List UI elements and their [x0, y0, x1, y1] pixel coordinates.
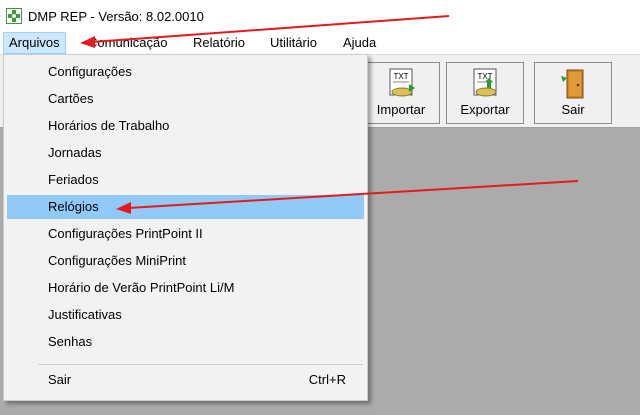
menu-item-label: Cartões	[48, 91, 94, 106]
txt-import-icon: TXT	[389, 68, 415, 97]
menu-item-label: Horário de Verão PrintPoint Li/M	[48, 280, 235, 295]
import-button-label: Importar	[376, 102, 426, 117]
menu-item-label: Configurações	[48, 64, 132, 79]
export-button[interactable]: TXT Exportar	[446, 62, 524, 124]
window-title: DMP REP - Versão: 8.02.0010	[28, 9, 204, 24]
menu-item-label: Configurações PrintPoint II	[48, 226, 203, 241]
menu-item-configuracoes[interactable]: Configurações	[7, 60, 364, 84]
export-button-label: Exportar	[460, 102, 510, 117]
menu-item-senhas[interactable]: Senhas	[7, 330, 364, 354]
import-button[interactable]: TXT Importar	[362, 62, 440, 124]
menu-separator	[38, 364, 363, 365]
app-logo-icon	[6, 8, 22, 24]
txt-export-icon: TXT	[473, 68, 497, 97]
menu-item-label: Justificativas	[48, 307, 122, 322]
menu-item-cartoes[interactable]: Cartões	[7, 87, 364, 111]
menu-ajuda[interactable]: Ajuda	[338, 32, 381, 54]
menu-bar: Arquivos Comunicação Relatório Utilitári…	[0, 32, 640, 54]
menu-arquivos[interactable]: Arquivos	[3, 32, 66, 54]
menu-item-configuracoes-printpoint-ii[interactable]: Configurações PrintPoint II	[7, 222, 364, 246]
exit-button[interactable]: Sair	[534, 62, 612, 124]
menu-item-label: Configurações MiniPrint	[48, 253, 187, 268]
menu-item-horarios-de-trabalho[interactable]: Horários de Trabalho	[7, 114, 364, 138]
menu-item-label: Feriados	[48, 172, 99, 187]
exit-door-icon	[561, 69, 584, 99]
svg-text:TXT: TXT	[393, 72, 408, 81]
menu-item-horario-de-verao[interactable]: Horário de Verão PrintPoint Li/M	[7, 276, 364, 300]
menu-item-sair[interactable]: Sair Ctrl+R	[7, 368, 364, 392]
menu-item-justificativas[interactable]: Justificativas	[7, 303, 364, 327]
exit-button-label: Sair	[561, 102, 585, 117]
menu-item-label: Senhas	[48, 334, 93, 349]
menu-item-feriados[interactable]: Feriados	[7, 168, 364, 192]
menu-item-label: Sair	[48, 372, 72, 387]
title-bar: DMP REP - Versão: 8.02.0010	[0, 0, 640, 32]
menu-relatorio[interactable]: Relatório	[188, 32, 250, 54]
menu-comunicacao[interactable]: Comunicação	[83, 32, 173, 54]
menu-utilitario[interactable]: Utilitário	[265, 32, 322, 54]
menu-item-jornadas[interactable]: Jornadas	[7, 141, 364, 165]
menu-item-relogios[interactable]: Relógios	[7, 195, 364, 219]
menu-item-shortcut: Ctrl+R	[308, 372, 346, 387]
menu-item-label: Horários de Trabalho	[48, 118, 170, 133]
menu-item-label: Relógios	[48, 199, 99, 214]
menu-item-label: Jornadas	[48, 145, 102, 160]
arquivos-dropdown-menu: Configurações Cartões Horários de Trabal…	[3, 54, 368, 401]
menu-item-configuracoes-miniprint[interactable]: Configurações MiniPrint	[7, 249, 364, 273]
